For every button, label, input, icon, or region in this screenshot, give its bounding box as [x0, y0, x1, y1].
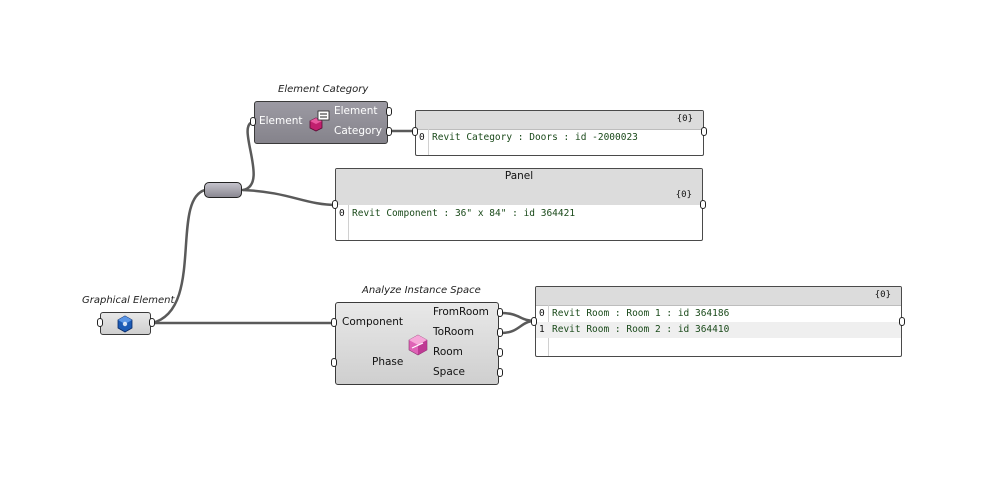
input-phase-label: Phase — [372, 356, 404, 368]
analyze-instance-space-title: Analyze Instance Space — [362, 285, 481, 296]
row-index: 0 — [539, 308, 545, 319]
category-panel[interactable]: {0} 0 Revit Category : Doors : id -20000… — [415, 110, 704, 156]
graphical-element-icon — [116, 315, 134, 337]
input-element-label: Element — [259, 115, 303, 127]
wire-fromroom-to-panel — [499, 311, 537, 323]
row-text: Revit Room : Room 2 : id 364410 — [552, 324, 730, 335]
element-output-grip[interactable] — [386, 107, 392, 116]
component-input-grip[interactable] — [331, 318, 337, 327]
component-panel[interactable]: Panel {0} 0 Revit Component : 36" x 84" … — [335, 168, 703, 241]
room-panel-path: {0} — [874, 290, 891, 300]
output-room-label: Room — [433, 346, 463, 358]
room-panel[interactable]: {0} 0 Revit Room : Room 1 : id 364186 1 … — [535, 286, 902, 357]
wire-toroom-to-panel — [499, 319, 537, 335]
input-component-label: Component — [342, 316, 403, 328]
fromroom-output-grip[interactable] — [497, 308, 503, 317]
analyze-instance-space-component[interactable]: Component Phase FromRoom ToRoom Room Spa… — [335, 302, 499, 385]
element-category-icon — [308, 110, 330, 138]
row-index: 1 — [539, 324, 545, 335]
relay-node[interactable] — [204, 182, 242, 198]
panel-caption: Panel — [504, 170, 534, 182]
output-fromroom-label: FromRoom — [433, 306, 489, 318]
wire-relay-to-panel — [241, 188, 339, 207]
panel-row: 0 Revit Component : 36" x 84" : id 36442… — [336, 206, 702, 222]
category-panel-path: {0} — [676, 114, 693, 124]
wires-layer — [150, 120, 537, 335]
element-category-component[interactable]: Element Element Category — [254, 101, 388, 144]
phase-input-grip[interactable] — [331, 358, 337, 367]
panel-row: 0 Revit Category : Doors : id -2000023 — [416, 130, 703, 146]
wire-relay-to-category — [241, 120, 255, 192]
component-panel-path: {0} — [675, 190, 692, 200]
row-index: 0 — [339, 208, 345, 219]
grasshopper-canvas[interactable]: Element Category Element Element Categor… — [0, 0, 1001, 485]
element-category-input-grip[interactable] — [250, 117, 256, 126]
panel-row: 1 Revit Room : Room 2 : id 364410 — [536, 322, 901, 338]
row-text: Revit Category : Doors : id -2000023 — [432, 132, 638, 143]
graphical-element-title: Graphical Element — [82, 295, 175, 306]
category-output-grip[interactable] — [386, 127, 392, 136]
room-output-grip[interactable] — [497, 348, 503, 357]
output-space-label: Space — [433, 366, 465, 378]
category-panel-output-grip[interactable] — [701, 127, 707, 136]
row-text: Revit Component : 36" x 84" : id 364421 — [352, 208, 576, 219]
room-panel-input-grip[interactable] — [531, 317, 537, 326]
output-toroom-label: ToRoom — [433, 326, 474, 338]
component-panel-output-grip[interactable] — [700, 200, 706, 209]
panel-row: 0 Revit Room : Room 1 : id 364186 — [536, 306, 901, 322]
graphical-element-output-grip[interactable] — [149, 318, 155, 327]
panel-path-bar: {0} — [336, 187, 702, 205]
row-text: Revit Room : Room 1 : id 364186 — [552, 308, 730, 319]
component-panel-input-grip[interactable] — [332, 200, 338, 209]
category-panel-input-grip[interactable] — [412, 127, 418, 136]
toroom-output-grip[interactable] — [497, 328, 503, 337]
output-element-label: Element — [334, 105, 378, 117]
element-category-title: Element Category — [278, 84, 369, 95]
graphical-element-input-grip[interactable] — [97, 318, 103, 327]
space-output-grip[interactable] — [497, 368, 503, 377]
row-index: 0 — [419, 132, 425, 143]
output-category-label: Category — [334, 125, 382, 137]
graphical-element-component[interactable] — [100, 312, 151, 335]
room-panel-output-grip[interactable] — [899, 317, 905, 326]
analyze-space-icon — [407, 333, 429, 361]
